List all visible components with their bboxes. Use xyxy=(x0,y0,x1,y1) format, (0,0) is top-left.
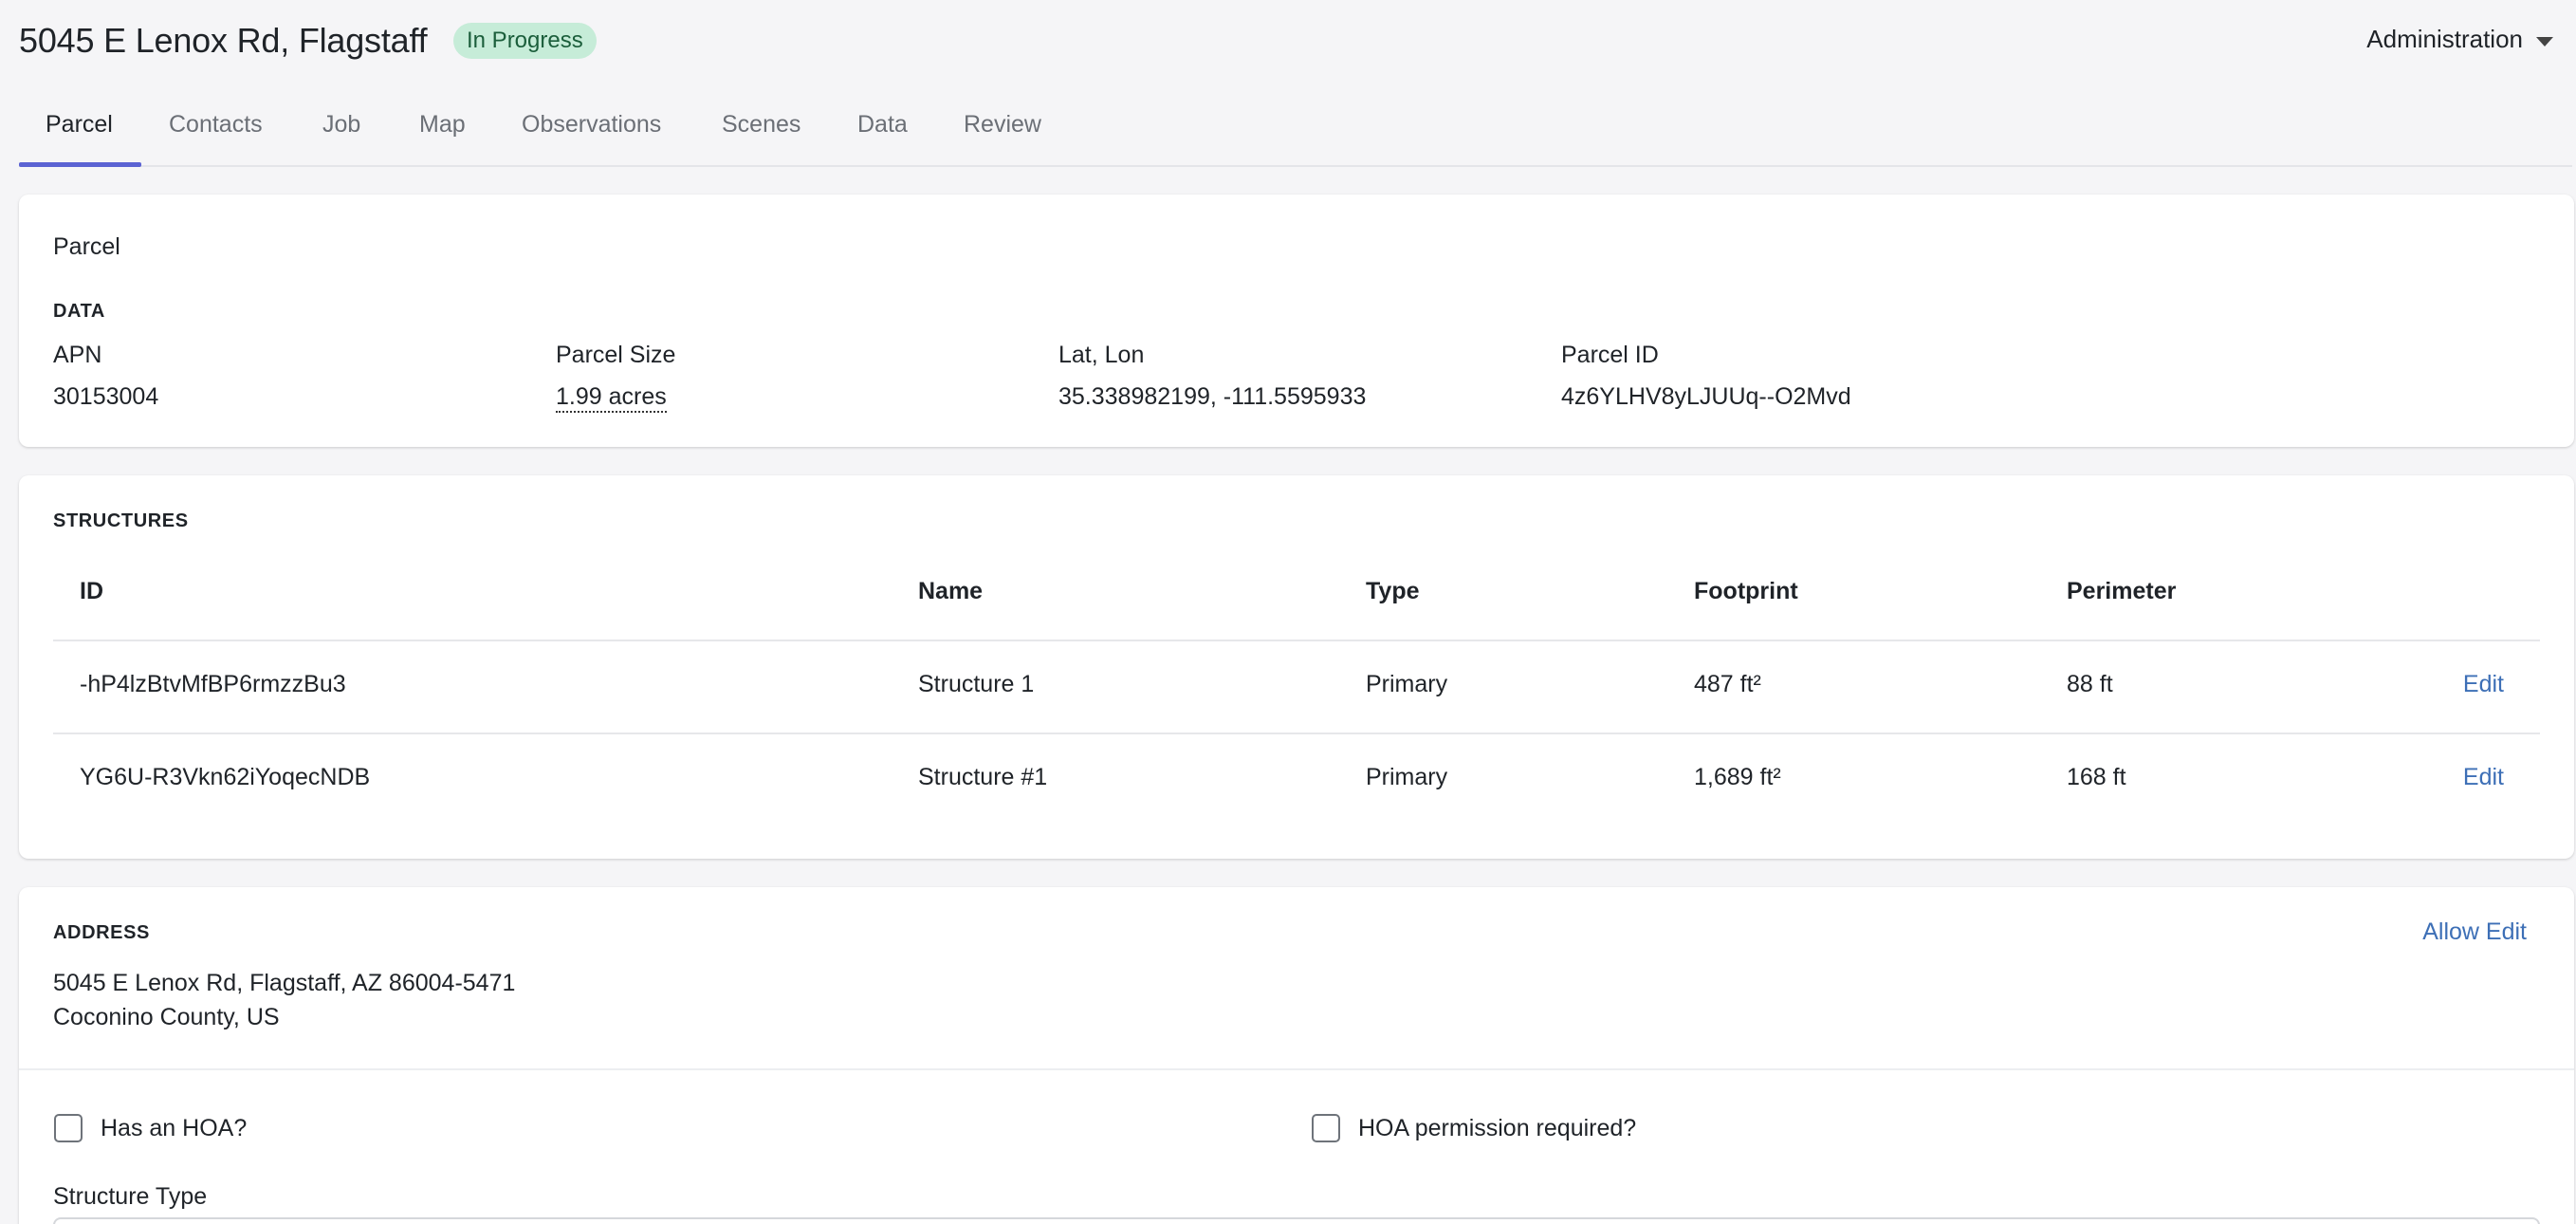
tab-contacts[interactable]: Contacts xyxy=(169,91,263,167)
edit-structure-button[interactable]: Edit xyxy=(2463,764,2504,791)
administration-menu[interactable]: Administration xyxy=(2366,25,2553,54)
apn-value: 30153004 xyxy=(53,383,159,410)
lat-lon-label: Lat, Lon xyxy=(1058,342,1145,368)
hoa-permission-checkbox[interactable] xyxy=(1312,1114,1340,1142)
active-tab-indicator xyxy=(19,162,141,167)
address-card: ADDRESS Allow Edit 5045 E Lenox Rd, Flag… xyxy=(19,887,2574,1224)
structure-perimeter: 168 ft xyxy=(2067,764,2126,790)
structure-name: Structure #1 xyxy=(918,764,1048,790)
parcel-id-label: Parcel ID xyxy=(1561,342,1659,368)
column-header-id: ID xyxy=(80,578,103,604)
structure-id: -hP4lzBtvMfBP6rmzzBu3 xyxy=(80,671,346,697)
structures-section-label: STRUCTURES xyxy=(53,510,189,531)
table-header-divider xyxy=(53,640,2540,641)
chevron-down-icon xyxy=(2536,36,2553,46)
tab-review[interactable]: Review xyxy=(964,91,1041,167)
tab-bar: Parcel Contacts Job Map Observations Sce… xyxy=(19,91,2572,167)
administration-label: Administration xyxy=(2366,25,2523,53)
column-header-perimeter: Perimeter xyxy=(2067,578,2177,604)
column-header-name: Name xyxy=(918,578,984,604)
structure-type-select[interactable] xyxy=(53,1217,2540,1224)
structure-type: Primary xyxy=(1366,764,1448,790)
address-line-1: 5045 E Lenox Rd, Flagstaff, AZ 86004-547… xyxy=(53,970,516,996)
page: 5045 E Lenox Rd, Flagstaff In Progress A… xyxy=(0,0,2576,1224)
has-hoa-label: Has an HOA? xyxy=(101,1115,248,1141)
parcel-id-value: 4z6YLHV8yLJUUq--O2Mvd xyxy=(1561,383,1851,410)
structure-footprint: 487 ft² xyxy=(1694,671,1761,697)
tab-observations[interactable]: Observations xyxy=(522,91,661,167)
parcel-card: Parcel DATA APN 30153004 Parcel Size 1.9… xyxy=(19,195,2574,447)
structures-card: STRUCTURES ID Name Type Footprint Perime… xyxy=(19,475,2574,859)
parcel-size-value: 1.99 acres xyxy=(556,383,667,413)
hoa-permission-label: HOA permission required? xyxy=(1358,1115,1637,1141)
lat-lon-value: 35.338982199, -111.5595933 xyxy=(1058,383,1367,410)
parcel-size-text: 1.99 acres xyxy=(556,383,667,413)
status-badge: In Progress xyxy=(453,23,597,59)
parcel-size-label: Parcel Size xyxy=(556,342,676,368)
has-hoa-checkbox[interactable] xyxy=(54,1114,83,1142)
column-header-type: Type xyxy=(1366,578,1420,604)
tab-scenes[interactable]: Scenes xyxy=(722,91,800,167)
page-title: 5045 E Lenox Rd, Flagstaff xyxy=(19,21,428,60)
apn-label: APN xyxy=(53,342,102,368)
tab-parcel[interactable]: Parcel xyxy=(46,91,113,167)
structure-type: Primary xyxy=(1366,671,1448,697)
tab-data[interactable]: Data xyxy=(857,91,908,167)
structure-footprint: 1,689 ft² xyxy=(1694,764,1781,790)
address-divider xyxy=(19,1068,2574,1070)
table-row-divider xyxy=(53,733,2540,734)
address-line-2: Coconino County, US xyxy=(53,1004,280,1030)
allow-edit-button[interactable]: Allow Edit xyxy=(2422,918,2527,946)
page-header: 5045 E Lenox Rd, Flagstaff In Progress A… xyxy=(19,0,2557,83)
address-section-label: ADDRESS xyxy=(53,922,150,943)
structure-perimeter: 88 ft xyxy=(2067,671,2113,697)
tab-map[interactable]: Map xyxy=(419,91,466,167)
parcel-card-heading: Parcel xyxy=(53,233,120,260)
structure-name: Structure 1 xyxy=(918,671,1035,697)
column-header-footprint: Footprint xyxy=(1694,578,1798,604)
data-section-label: DATA xyxy=(53,301,105,322)
structure-type-label: Structure Type xyxy=(53,1183,208,1210)
edit-structure-button[interactable]: Edit xyxy=(2463,671,2504,698)
tab-job[interactable]: Job xyxy=(322,91,360,167)
structure-id: YG6U-R3Vkn62iYoqecNDB xyxy=(80,764,371,790)
